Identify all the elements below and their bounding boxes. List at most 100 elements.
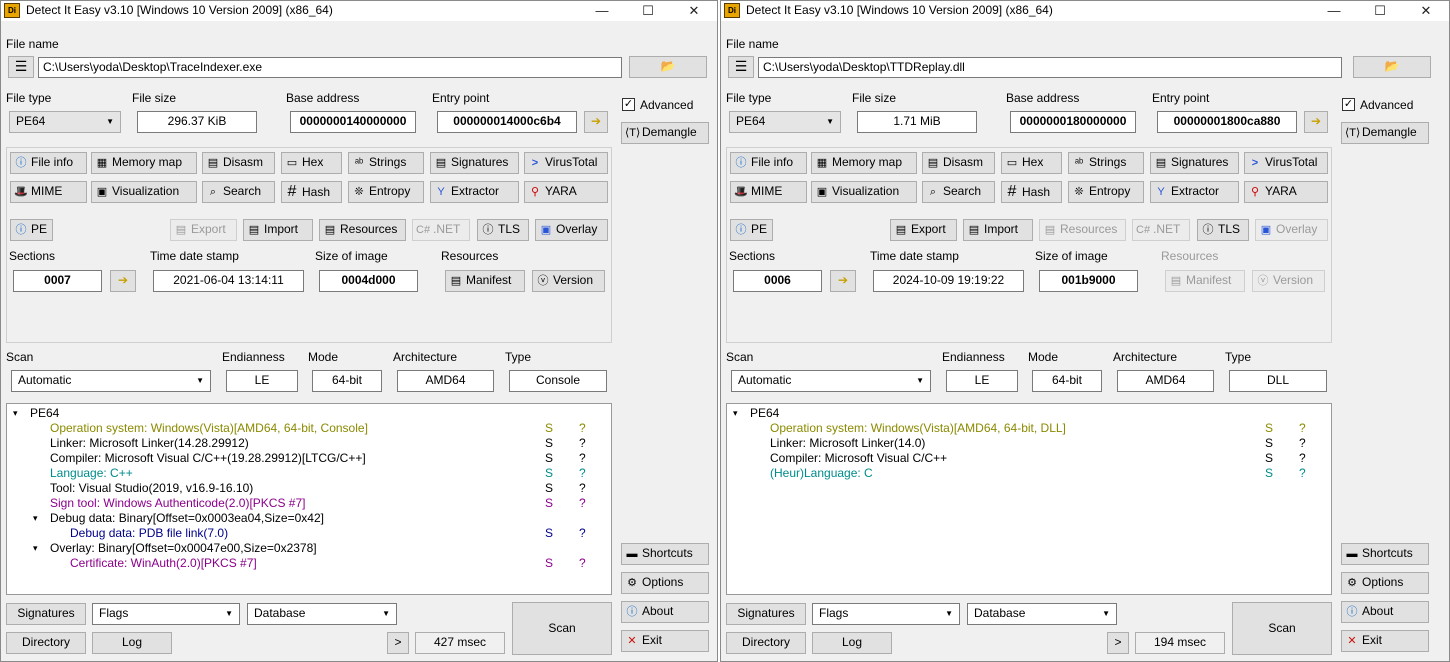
scan-button[interactable]: Scan: [1232, 602, 1332, 655]
overlay-button[interactable]: ▣ Overlay: [535, 219, 608, 241]
virustotal-button[interactable]: > VirusTotal: [1244, 152, 1328, 174]
tree-row-text[interactable]: Compiler: Microsoft Visual C/C++: [770, 451, 947, 466]
tree-row-text[interactable]: Sign tool: Windows Authenticode(2.0)[PKC…: [50, 496, 305, 511]
scan-button[interactable]: Scan: [512, 602, 612, 655]
directory-button[interactable]: Directory: [726, 632, 806, 654]
file-type-select[interactable]: PE64 ▼: [9, 111, 121, 133]
file-info-button[interactable]: ⓘ File info: [10, 152, 87, 174]
tree-row-info-button[interactable]: ?: [1299, 466, 1306, 481]
file-name-input[interactable]: C:\Users\yoda\Desktop\TraceIndexer.exe: [38, 57, 622, 78]
maximize-button[interactable]: ☐: [625, 1, 671, 21]
more-button[interactable]: >: [387, 632, 409, 654]
exit-button[interactable]: ✕ Exit: [1341, 630, 1429, 652]
open-file-button[interactable]: 📂: [629, 56, 707, 78]
tree-row-info-button[interactable]: ?: [1299, 436, 1306, 451]
tree-row-text[interactable]: PE64: [750, 406, 779, 421]
hex-button[interactable]: ▭ Hex: [1001, 152, 1062, 174]
tree-row-info-button[interactable]: ?: [579, 436, 586, 451]
tree-row-text[interactable]: Debug data: Binary[Offset=0x0003ea04,Siz…: [50, 511, 324, 526]
tree-row-info-button[interactable]: ?: [1299, 421, 1306, 436]
database-select[interactable]: Database ▼: [967, 603, 1117, 625]
tree-row-info-button[interactable]: ?: [579, 481, 586, 496]
shortcuts-button[interactable]: ▬ Shortcuts: [1341, 543, 1429, 565]
tree-row-info-button[interactable]: ?: [579, 466, 586, 481]
pe-button[interactable]: ⓘ PE: [10, 219, 53, 241]
tree-row-text[interactable]: Linker: Microsoft Linker(14.0): [770, 436, 925, 451]
flags-select[interactable]: Flags ▼: [812, 603, 960, 625]
hash-button[interactable]: # Hash: [281, 181, 342, 203]
open-file-button[interactable]: 📂: [1353, 56, 1431, 78]
pe-button[interactable]: ⓘ PE: [730, 219, 773, 241]
import-button[interactable]: ▤ Import: [963, 219, 1033, 241]
minimize-button[interactable]: —: [579, 1, 625, 21]
tree-expander-icon[interactable]: ▾: [13, 406, 18, 421]
strings-button[interactable]: ᵃᵇ Strings: [1068, 152, 1144, 174]
minimize-button[interactable]: —: [1311, 1, 1357, 21]
signatures-button[interactable]: ▤ Signatures: [430, 152, 519, 174]
disasm-button[interactable]: ▤ Disasm: [922, 152, 995, 174]
bottom-signatures-button[interactable]: Signatures: [726, 603, 806, 625]
options-button[interactable]: ⚙ Options: [621, 572, 709, 594]
demangle-button[interactable]: ⟨T⟩ Demangle: [1341, 122, 1429, 144]
extractor-button[interactable]: Y Extractor: [430, 181, 519, 203]
search-button[interactable]: ⌕ Search: [202, 181, 275, 203]
file-menu-button[interactable]: ☰: [728, 56, 754, 78]
about-button[interactable]: ⓘ About: [1341, 601, 1429, 623]
manifest-button[interactable]: ▤ Manifest: [445, 270, 525, 292]
visualization-button[interactable]: ▣ Visualization: [91, 181, 197, 203]
tree-row-text[interactable]: Linker: Microsoft Linker(14.28.29912): [50, 436, 249, 451]
memory-map-button[interactable]: ▦ Memory map: [811, 152, 917, 174]
entropy-button[interactable]: ❊ Entropy: [1068, 181, 1144, 203]
tree-row-text[interactable]: Compiler: Microsoft Visual C/C++(19.28.2…: [50, 451, 366, 466]
log-button[interactable]: Log: [812, 632, 892, 654]
search-button[interactable]: ⌕ Search: [922, 181, 995, 203]
more-button[interactable]: >: [1107, 632, 1129, 654]
tls-button[interactable]: ⓘ TLS: [1197, 219, 1249, 241]
strings-button[interactable]: ᵃᵇ Strings: [348, 152, 424, 174]
export-button[interactable]: ▤ Export: [890, 219, 957, 241]
file-menu-button[interactable]: ☰: [8, 56, 34, 78]
visualization-button[interactable]: ▣ Visualization: [811, 181, 917, 203]
tree-row-text[interactable]: Debug data: PDB file link(7.0): [70, 526, 228, 541]
disasm-button[interactable]: ▤ Disasm: [202, 152, 275, 174]
maximize-button[interactable]: ☐: [1357, 1, 1403, 21]
scan-result-tree[interactable]: ▾ PE64 Operation system: Windows(Vista)[AM…: [6, 403, 612, 595]
memory-map-button[interactable]: ▦ Memory map: [91, 152, 197, 174]
mime-button[interactable]: 🎩 MIME: [730, 181, 807, 203]
exit-button[interactable]: ✕ Exit: [621, 630, 709, 652]
hash-button[interactable]: # Hash: [1001, 181, 1062, 203]
tree-row-info-button[interactable]: ?: [579, 496, 586, 511]
shortcuts-button[interactable]: ▬ Shortcuts: [621, 543, 709, 565]
close-button[interactable]: ✕: [671, 1, 717, 21]
tree-row-info-button[interactable]: ?: [579, 421, 586, 436]
directory-button[interactable]: Directory: [6, 632, 86, 654]
advanced-checkbox[interactable]: ✓: [1342, 98, 1355, 111]
mime-button[interactable]: 🎩 MIME: [10, 181, 87, 203]
file-type-select[interactable]: PE64 ▼: [729, 111, 841, 133]
sections-open-button[interactable]: ➔: [110, 270, 136, 292]
title-bar[interactable]: Di Detect It Easy v3.10 [Windows 10 Vers…: [721, 1, 1449, 21]
version-button[interactable]: ⓥ Version: [532, 270, 605, 292]
tree-row-text[interactable]: Operation system: Windows(Vista)[AMD64, …: [50, 421, 368, 436]
tree-row-text[interactable]: Language: C++: [50, 466, 133, 481]
scan-mode-select[interactable]: Automatic ▼: [731, 370, 931, 392]
entropy-button[interactable]: ❊ Entropy: [348, 181, 424, 203]
advanced-checkbox[interactable]: ✓: [622, 98, 635, 111]
yara-button[interactable]: ⚲ YARA: [524, 181, 608, 203]
tree-row-text[interactable]: Tool: Visual Studio(2019, v16.9-16.10): [50, 481, 253, 496]
signatures-button[interactable]: ▤ Signatures: [1150, 152, 1239, 174]
virustotal-button[interactable]: > VirusTotal: [524, 152, 608, 174]
tree-row-text[interactable]: PE64: [30, 406, 59, 421]
tree-row-info-button[interactable]: ?: [579, 451, 586, 466]
import-button[interactable]: ▤ Import: [243, 219, 313, 241]
extractor-button[interactable]: Y Extractor: [1150, 181, 1239, 203]
tree-row-text[interactable]: Operation system: Windows(Vista)[AMD64, …: [770, 421, 1066, 436]
bottom-signatures-button[interactable]: Signatures: [6, 603, 86, 625]
title-bar[interactable]: Di Detect It Easy v3.10 [Windows 10 Vers…: [1, 1, 717, 21]
tree-row-text[interactable]: Overlay: Binary[Offset=0x00047e00,Size=0…: [50, 541, 317, 556]
file-name-input[interactable]: C:\Users\yoda\Desktop\TTDReplay.dll: [758, 57, 1342, 78]
sections-open-button[interactable]: ➔: [830, 270, 856, 292]
database-select[interactable]: Database ▼: [247, 603, 397, 625]
entry-point-disasm-button[interactable]: ➔: [1304, 111, 1328, 133]
tree-row-info-button[interactable]: ?: [579, 556, 586, 571]
